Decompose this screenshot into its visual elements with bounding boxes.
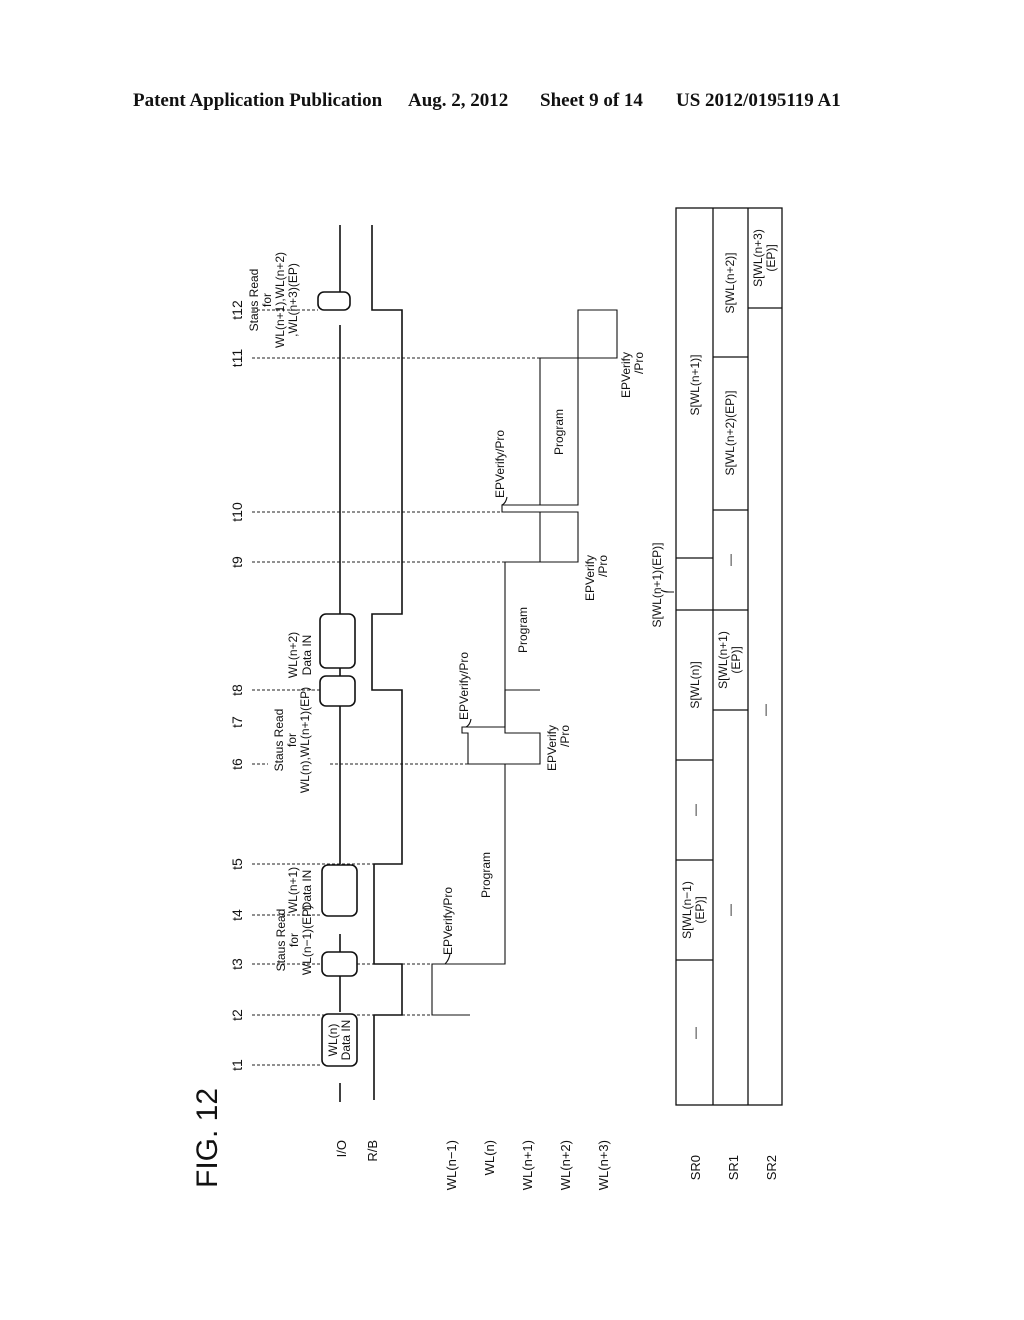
time-label-t7: t7: [229, 716, 245, 728]
sr0-cell-wl-n: S[WL(n)]: [688, 661, 702, 708]
time-label-t9: t9: [229, 556, 245, 568]
note-epverify-pro-1: EPVerify/Pro: [441, 887, 455, 955]
io-note-for-1: for: [287, 933, 301, 947]
note-epverify-pro-5: EPVerify/Pro: [493, 430, 507, 498]
sr0-cell-empty-1: —: [688, 1027, 702, 1039]
signal-label-wl-n-1: WL(n−1): [444, 1140, 459, 1190]
io-pill-status-read-1: [321, 951, 358, 977]
io-note-staus-read-1: Staus Read: [274, 909, 288, 972]
signal-label-rb: R/B: [365, 1140, 380, 1162]
io-note-wl-n3-ep: ,WL(n+3)(EP): [286, 263, 300, 337]
note-epverify-6a: EPVerify: [619, 352, 633, 398]
time-label-t10: t10: [229, 502, 245, 522]
time-label-t12: t12: [229, 300, 245, 320]
io-note-wl-n-wl-n1-ep: WL(n),WL(n+1)(EP): [298, 687, 312, 793]
signal-label-wl-n: WL(n): [482, 1140, 497, 1175]
note-epverify-2b: /Pro: [558, 725, 572, 747]
note-epverify-4b: /Pro: [596, 555, 610, 577]
sr1-cell-empty-1: —: [723, 904, 737, 916]
timing-diagram: FIG. 12 I/O R/B WL(n−1) WL(n) WL(n+1) WL…: [191, 207, 783, 1190]
sr1-cell-wl-n1-ep: S[WL(n+1): [716, 631, 730, 689]
sr0-cell-empty-2: —: [688, 804, 702, 816]
note-epverify-2a: EPVerify: [545, 725, 559, 771]
note-program-1: Program: [479, 852, 493, 898]
sr2-cell-wl-n3-ep-line2: (EP)]: [764, 244, 778, 271]
io-note-data-in-2: Data IN: [300, 870, 314, 911]
sr0-cell-wl-n-1-ep-a: S[WL(n−1): [680, 881, 694, 939]
signal-label-wl-n1: WL(n+1): [520, 1140, 535, 1190]
signal-label-wl-n2: WL(n+2): [558, 1140, 573, 1190]
sr0-cell-wl-n-1-ep-a-line2: (EP)]: [693, 896, 707, 923]
io-note-data-in-1: Data IN: [339, 1020, 353, 1061]
wl-n-waveform: [461, 689, 540, 965]
io-note-wl-n1-wl-n2: WL(n+1),WL(n+2): [273, 252, 287, 348]
note-epverify-pro-3: EPVerify/Pro: [457, 652, 471, 720]
sr2-cell-empty: —: [758, 704, 772, 716]
wl-n2-waveform: [540, 511, 579, 563]
figure-title: FIG. 12: [191, 1088, 224, 1188]
time-label-t5: t5: [229, 858, 245, 870]
io-pill-status-read-2: [319, 675, 356, 707]
note-epverify-6b: /Pro: [632, 352, 646, 374]
sr0-callout-wl-n1-ep: S[WL(n+1)(EP)]: [650, 542, 664, 627]
wl-n3-waveform: [540, 309, 618, 359]
io-note-staus-read-2: Staus Read: [272, 709, 286, 772]
io-note-staus-read-3: Staus Read: [247, 269, 261, 332]
wl-n1-waveform: [501, 357, 578, 765]
sr1-label: SR1: [726, 1155, 741, 1180]
io-pill-wl-n1-data-in: [321, 864, 358, 917]
sr0-cell-wl-n1: S[WL(n+1)]: [688, 354, 702, 415]
io-note-for-2: for: [285, 733, 299, 747]
io-waveform: [317, 225, 358, 1102]
signal-label-wl-n3: WL(n+3): [596, 1140, 611, 1190]
time-label-t2: t2: [229, 1009, 245, 1021]
note-program-3: Program: [552, 409, 566, 455]
signal-label-io: I/O: [334, 1140, 349, 1157]
time-label-t6: t6: [229, 758, 245, 770]
sr1-cell-wl-n1-ep-line2: (EP)]: [729, 646, 743, 673]
io-note-wl-n-1-ep: WL(n−1)(EP): [300, 905, 314, 975]
note-program-2: Program: [516, 607, 530, 653]
io-note-for-3: for: [260, 293, 274, 307]
sr1-cell-wl-n2-ep: S[WL(n+2)(EP)]: [723, 390, 737, 475]
io-note-wl-n: WL(n): [326, 1024, 340, 1057]
sr2-label: SR2: [764, 1155, 779, 1180]
sr0-label: SR0: [688, 1155, 703, 1180]
time-label-t3: t3: [229, 958, 245, 970]
rb-waveform: [371, 225, 403, 1100]
sr1-cell-wl-n2: S[WL(n+2)]: [723, 252, 737, 313]
time-label-t11: t11: [229, 349, 245, 368]
time-label-t1: t1: [229, 1059, 245, 1071]
io-note-wl-n1: WL(n+1): [286, 867, 300, 913]
io-note-wl-n2: WL(n+2): [286, 632, 300, 678]
note-epverify-4a: EPVerify: [583, 555, 597, 601]
io-note-data-in-3: Data IN: [300, 635, 314, 676]
time-label-t8: t8: [229, 684, 245, 696]
wl-n-1-waveform: [431, 963, 470, 1016]
io-pill-status-read-3: [317, 291, 351, 311]
io-pill-wl-n2-data-in: [319, 613, 356, 669]
sr1-cell-empty-2: —: [723, 554, 737, 566]
sr2-cell-wl-n3-ep: S[WL(n+3): [751, 229, 765, 287]
time-label-t4: t4: [229, 909, 245, 921]
